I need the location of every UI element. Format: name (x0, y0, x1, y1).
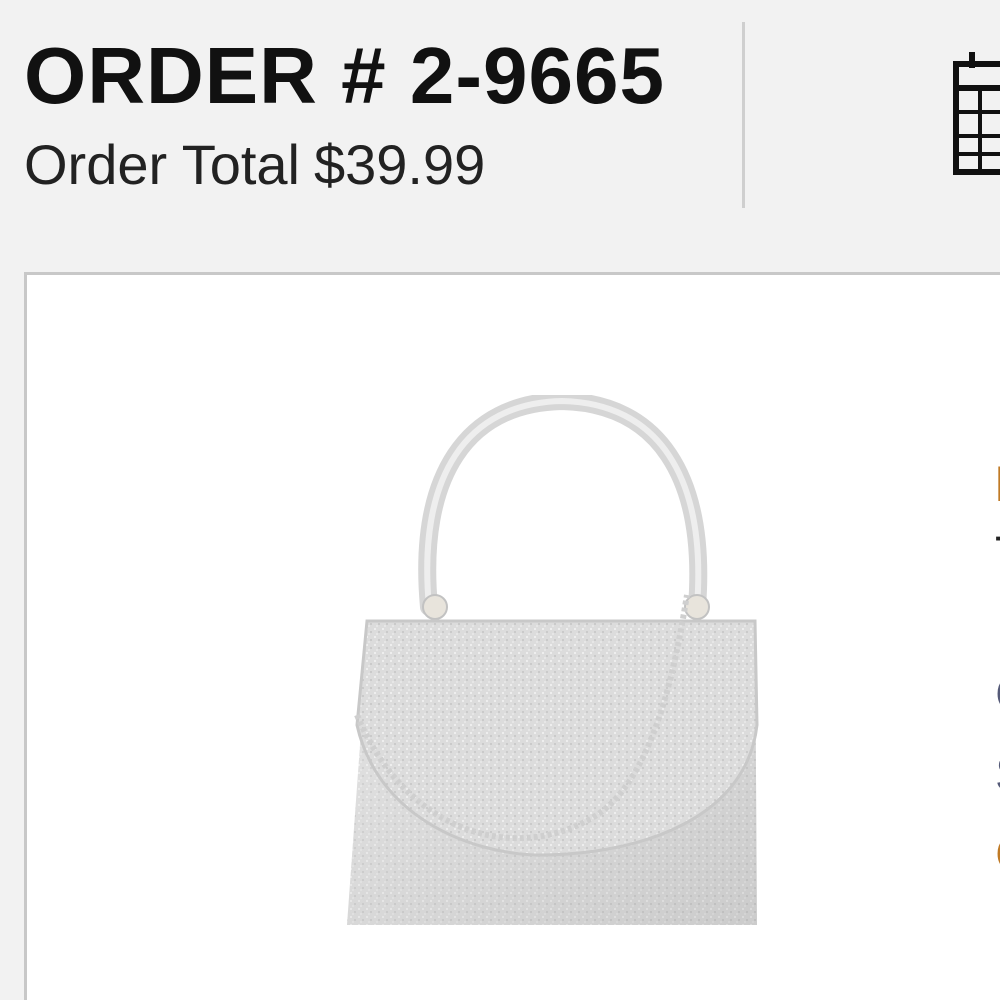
product-qty-partial: C (995, 825, 1000, 883)
product-size-partial: S (995, 745, 1000, 803)
product-name-partial: T (995, 525, 1000, 583)
order-total: Order Total $39.99 (24, 132, 485, 197)
order-total-value: $39.99 (313, 133, 486, 196)
product-image[interactable] (317, 395, 777, 945)
order-number: ORDER # 2-9665 (24, 31, 665, 120)
product-brand-partial: I (995, 455, 1000, 513)
calendar-icon[interactable] (950, 50, 1000, 178)
product-color-partial: C (995, 665, 1000, 723)
order-header: ORDER # 2-9665 Order Total $39.99 (0, 0, 1000, 250)
order-total-label: Order Total (24, 133, 300, 196)
product-card: I T C S C (24, 272, 1000, 1000)
header-divider (742, 22, 745, 208)
order-page: ORDER # 2-9665 Order Total $39.99 (0, 0, 1000, 1000)
